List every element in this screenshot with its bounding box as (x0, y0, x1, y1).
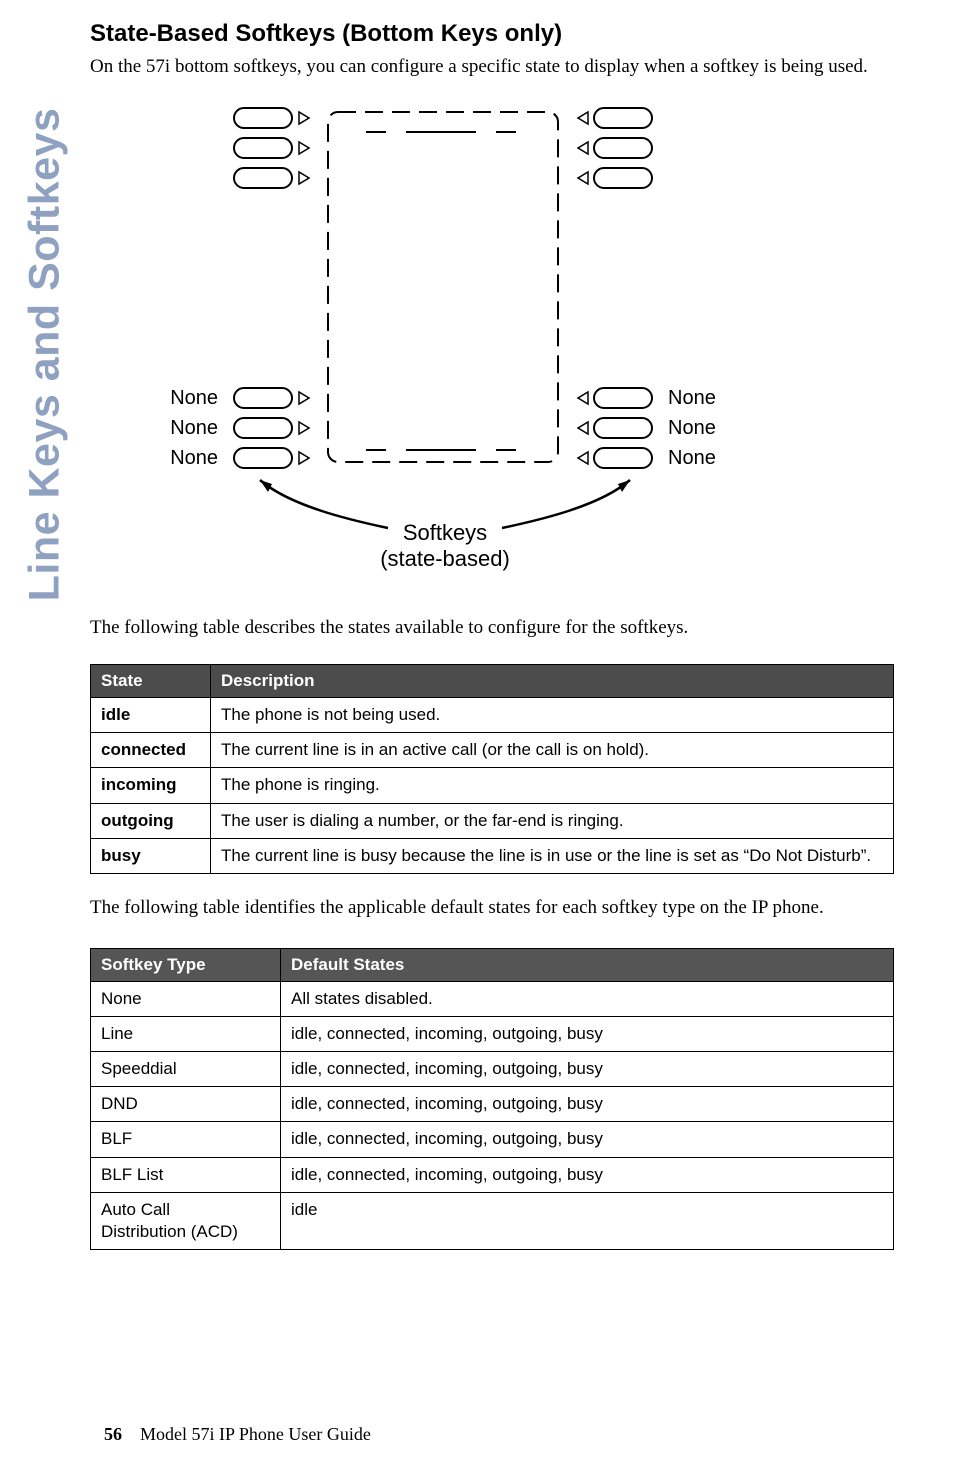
table-row: BLF Listidle, connected, incoming, outgo… (91, 1157, 894, 1192)
diagram-label-none: None (668, 387, 716, 409)
table-row: outgoingThe user is dialing a number, or… (91, 803, 894, 838)
diagram-caption-top: Softkeys (403, 520, 487, 545)
diagram-label-none: None (668, 447, 716, 469)
table-row: idleThe phone is not being used. (91, 698, 894, 733)
footer-title: Model 57i IP Phone User Guide (140, 1424, 371, 1444)
intro-paragraph: On the 57i bottom softkeys, you can conf… (90, 54, 894, 80)
page-content: State-Based Softkeys (Bottom Keys only) … (90, 0, 954, 1475)
bottom-right-buttons (578, 388, 652, 468)
states-header-state: State (91, 665, 211, 698)
states-table: State Description idleThe phone is not b… (90, 664, 894, 873)
table-row: incomingThe phone is ringing. (91, 768, 894, 803)
types-header-type: Softkey Type (91, 949, 281, 982)
table-header-row: State Description (91, 665, 894, 698)
diagram-caption-bottom: (state-based) (380, 546, 510, 571)
table-row: Auto Call Distribution (ACD)idle (91, 1192, 894, 1249)
states-header-description: Description (211, 665, 894, 698)
bottom-left-buttons (234, 388, 309, 468)
section-heading: State-Based Softkeys (Bottom Keys only) (90, 20, 894, 48)
side-tab-label: Line Keys and Softkeys (21, 108, 70, 602)
table-row: BLFidle, connected, incoming, outgoing, … (91, 1122, 894, 1157)
states-intro: The following table describes the states… (90, 615, 894, 641)
top-left-buttons (234, 108, 309, 188)
side-tab: Line Keys and Softkeys (0, 0, 90, 1475)
top-right-buttons (578, 108, 652, 188)
diagram-label-none: None (170, 387, 218, 409)
diagram-label-none: None (170, 447, 218, 469)
types-intro: The following table identifies the appli… (90, 892, 894, 924)
page-number: 56 (104, 1424, 122, 1444)
phone-diagram: None None None None None None Softkeys (… (90, 104, 755, 584)
table-row: NoneAll states disabled. (91, 982, 894, 1017)
diagram-label-none: None (668, 417, 716, 439)
table-row: Lineidle, connected, incoming, outgoing,… (91, 1017, 894, 1052)
types-header-states: Default States (281, 949, 894, 982)
table-row: connectedThe current line is in an activ… (91, 733, 894, 768)
table-row: DNDidle, connected, incoming, outgoing, … (91, 1087, 894, 1122)
softkey-types-table: Softkey Type Default States NoneAll stat… (90, 948, 894, 1250)
page-footer: 56 Model 57i IP Phone User Guide (104, 1424, 371, 1445)
table-row: busyThe current line is busy because the… (91, 838, 894, 873)
table-header-row: Softkey Type Default States (91, 949, 894, 982)
diagram-label-none: None (170, 417, 218, 439)
table-row: Speeddialidle, connected, incoming, outg… (91, 1052, 894, 1087)
